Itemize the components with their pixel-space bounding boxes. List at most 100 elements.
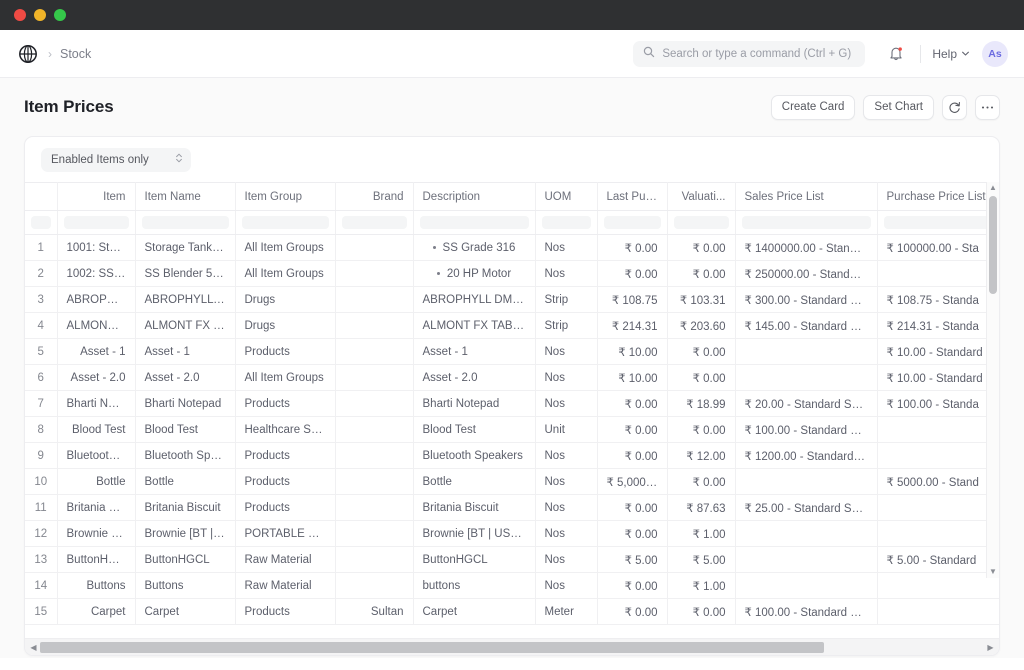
column-header-brand[interactable]: Brand xyxy=(335,183,413,211)
cell-brand[interactable] xyxy=(335,365,413,391)
filter-cell-item[interactable] xyxy=(57,211,135,235)
cell-item-group[interactable]: All Item Groups xyxy=(235,365,335,391)
column-header-last-purchase[interactable]: Last Pur... xyxy=(597,183,667,211)
cell-valuation-rate[interactable]: ₹ 203.60 xyxy=(667,313,735,339)
cell-item[interactable]: Brownie [B... xyxy=(57,521,135,547)
cell-uom[interactable]: Nos xyxy=(535,495,597,521)
cell-purchase-price-list[interactable]: ₹ 214.31 - Standa xyxy=(877,313,1000,339)
cell-brand[interactable] xyxy=(335,391,413,417)
cell-last-purchase-rate[interactable]: ₹ 0.00 xyxy=(597,261,667,287)
cell-brand[interactable] xyxy=(335,469,413,495)
cell-purchase-price-list[interactable]: ₹ 5000.00 - Stand xyxy=(877,469,1000,495)
ellipsis-icon[interactable] xyxy=(975,95,1000,120)
cell-valuation-rate[interactable]: ₹ 0.00 xyxy=(667,599,735,625)
cell-brand[interactable]: Sultan xyxy=(335,599,413,625)
cell-item-group[interactable]: All Item Groups xyxy=(235,235,335,261)
cell-brand[interactable] xyxy=(335,235,413,261)
column-header-item[interactable]: Item xyxy=(57,183,135,211)
table-row[interactable]: 13ButtonHGCLButtonHGCLRaw MaterialButton… xyxy=(25,547,1000,573)
cell-item-name[interactable]: Brownie [BT | USB/... xyxy=(135,521,235,547)
table-row[interactable]: 8Blood TestBlood TestHealthcare Ser...Bl… xyxy=(25,417,1000,443)
cell-purchase-price-list[interactable]: ₹ 100.00 - Standa xyxy=(877,391,1000,417)
filter-cell-valuation[interactable] xyxy=(667,211,735,235)
filter-cell-index[interactable] xyxy=(25,211,57,235)
cell-sales-price-list[interactable]: ₹ 300.00 - Standard Sel... xyxy=(735,287,877,313)
cell-last-purchase-rate[interactable]: ₹ 0.00 xyxy=(597,443,667,469)
table-row[interactable]: 4ALMONT F...ALMONT FX TAB 1...DrugsALMON… xyxy=(25,313,1000,339)
filter-cell-item-name[interactable] xyxy=(135,211,235,235)
search-input[interactable]: Search or type a command (Ctrl + G) xyxy=(633,41,865,67)
cell-uom[interactable]: Unit xyxy=(535,417,597,443)
cell-item-name[interactable]: Bottle xyxy=(135,469,235,495)
cell-item[interactable]: Asset - 2.0 xyxy=(57,365,135,391)
cell-item-name[interactable]: Asset - 1 xyxy=(135,339,235,365)
cell-description[interactable]: Asset - 1 xyxy=(413,339,535,365)
breadcrumb-item-stock[interactable]: Stock xyxy=(60,47,91,61)
cell-item-name[interactable]: ABROPHYLL DM T... xyxy=(135,287,235,313)
cell-brand[interactable] xyxy=(335,573,413,599)
cell-brand[interactable] xyxy=(335,339,413,365)
cell-purchase-price-list[interactable] xyxy=(877,573,1000,599)
help-menu-button[interactable]: Help xyxy=(932,47,970,61)
horizontal-scrollbar[interactable]: ◀ ▶ xyxy=(25,638,999,655)
cell-item-group[interactable]: Raw Material xyxy=(235,573,335,599)
cell-last-purchase-rate[interactable]: ₹ 214.31 xyxy=(597,313,667,339)
cell-sales-price-list[interactable]: ₹ 250000.00 - Standar... xyxy=(735,261,877,287)
cell-valuation-rate[interactable]: ₹ 0.00 xyxy=(667,417,735,443)
caret-down-icon[interactable]: ▼ xyxy=(989,566,997,578)
column-header-uom[interactable]: UOM xyxy=(535,183,597,211)
cell-description[interactable]: SS Grade 316 xyxy=(413,235,535,261)
cell-item[interactable]: Bharti Not... xyxy=(57,391,135,417)
cell-purchase-price-list[interactable] xyxy=(877,599,1000,625)
cell-item-group[interactable]: Products xyxy=(235,599,335,625)
cell-sales-price-list[interactable] xyxy=(735,573,877,599)
cell-sales-price-list[interactable]: ₹ 145.00 - Standard Sel... xyxy=(735,313,877,339)
cell-item-group[interactable]: All Item Groups xyxy=(235,261,335,287)
cell-description[interactable]: Bharti Notepad xyxy=(413,391,535,417)
table-row[interactable]: 5Asset - 1Asset - 1ProductsAsset - 1Nos₹… xyxy=(25,339,1000,365)
cell-description[interactable]: Brownie [BT | USB/... xyxy=(413,521,535,547)
filter-cell-brand[interactable] xyxy=(335,211,413,235)
cell-valuation-rate[interactable]: ₹ 0.00 xyxy=(667,235,735,261)
cell-item[interactable]: Buttons xyxy=(57,573,135,599)
table-row[interactable]: 15CarpetCarpetProductsSultanCarpetMeter₹… xyxy=(25,599,1000,625)
cell-purchase-price-list[interactable]: ₹ 5.00 - Standard xyxy=(877,547,1000,573)
horizontal-scrollbar-track[interactable] xyxy=(40,642,984,653)
table-row[interactable]: 21002: SS ...SS Blender 500 KG...All Ite… xyxy=(25,261,1000,287)
filter-cell-sales-price-list[interactable] xyxy=(735,211,877,235)
cell-uom[interactable]: Strip xyxy=(535,287,597,313)
table-row[interactable]: 9Bluetooth ...Bluetooth SpeakersProducts… xyxy=(25,443,1000,469)
window-close-button[interactable] xyxy=(14,9,26,21)
cell-last-purchase-rate[interactable]: ₹ 108.75 xyxy=(597,287,667,313)
cell-purchase-price-list[interactable]: ₹ 108.75 - Standa xyxy=(877,287,1000,313)
cell-item[interactable]: Carpet xyxy=(57,599,135,625)
bell-icon[interactable] xyxy=(883,41,909,67)
cell-item[interactable]: ButtonHGCL xyxy=(57,547,135,573)
cell-last-purchase-rate[interactable]: ₹ 10.00 xyxy=(597,339,667,365)
table-row[interactable]: 11001: Stor...Storage Tank with ...All I… xyxy=(25,235,1000,261)
cell-item-name[interactable]: Blood Test xyxy=(135,417,235,443)
cell-purchase-price-list[interactable] xyxy=(877,443,1000,469)
cell-item-name[interactable]: SS Blender 500 KG... xyxy=(135,261,235,287)
cell-uom[interactable]: Nos xyxy=(535,521,597,547)
table-row[interactable]: 6Asset - 2.0Asset - 2.0All Item GroupsAs… xyxy=(25,365,1000,391)
cell-uom[interactable]: Strip xyxy=(535,313,597,339)
caret-right-icon[interactable]: ▶ xyxy=(984,643,997,652)
column-header-index[interactable] xyxy=(25,183,57,211)
cell-description[interactable]: Britania Biscuit xyxy=(413,495,535,521)
cell-valuation-rate[interactable]: ₹ 103.31 xyxy=(667,287,735,313)
caret-up-icon[interactable]: ▲ xyxy=(989,182,997,194)
cell-uom[interactable]: Nos xyxy=(535,391,597,417)
cell-uom[interactable]: Nos xyxy=(535,443,597,469)
cell-item-group[interactable]: Drugs xyxy=(235,313,335,339)
cell-last-purchase-rate[interactable]: ₹ 5,000.00 xyxy=(597,469,667,495)
cell-uom[interactable]: Nos xyxy=(535,365,597,391)
cell-uom[interactable]: Nos xyxy=(535,573,597,599)
vertical-scrollbar-thumb[interactable] xyxy=(989,196,997,294)
cell-valuation-rate[interactable]: ₹ 0.00 xyxy=(667,261,735,287)
table-row[interactable]: 12Brownie [B...Brownie [BT | USB/...PORT… xyxy=(25,521,1000,547)
column-header-valuation[interactable]: Valuati... xyxy=(667,183,735,211)
cell-purchase-price-list[interactable] xyxy=(877,495,1000,521)
avatar[interactable]: As xyxy=(982,41,1008,67)
cell-purchase-price-list[interactable] xyxy=(877,521,1000,547)
